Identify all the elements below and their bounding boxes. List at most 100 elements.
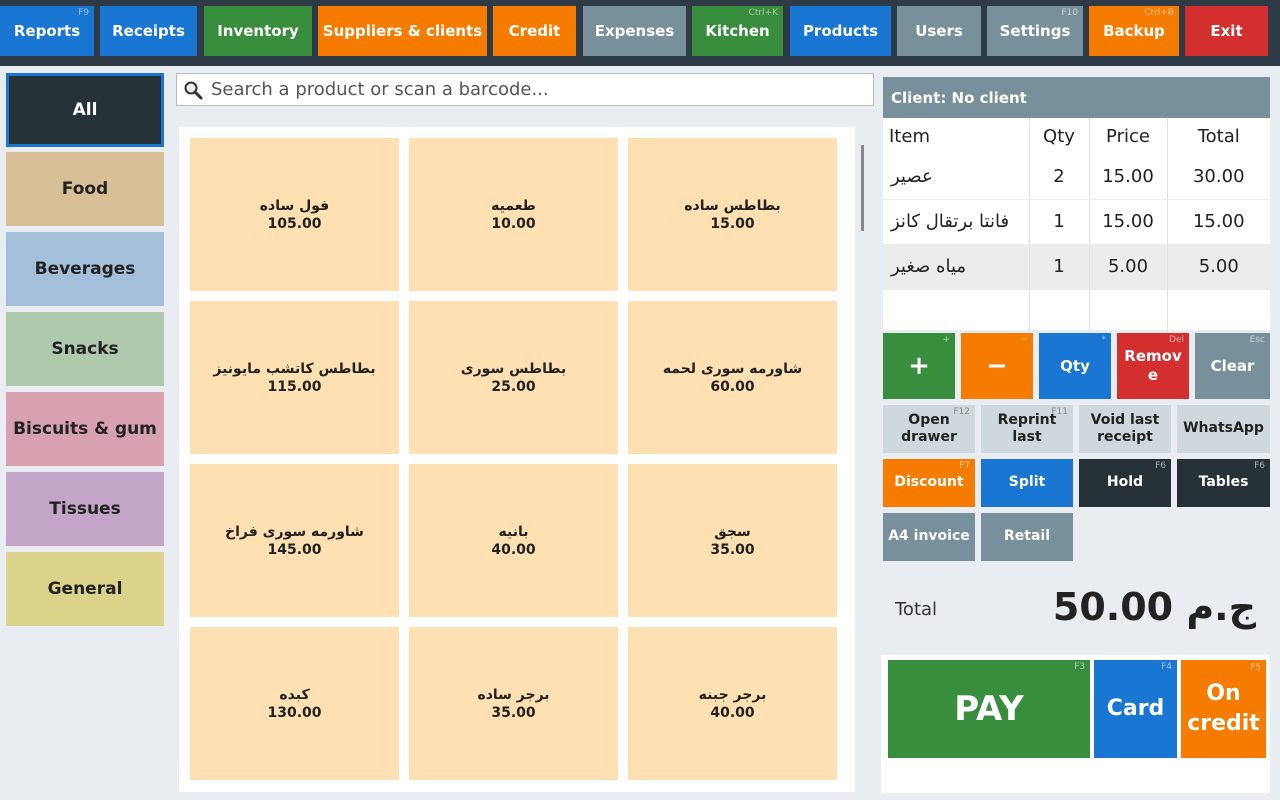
suppliers-clients-button[interactable]: Suppliers & clients (318, 6, 487, 56)
void-last-receipt-button[interactable]: Void last receipt (1079, 405, 1171, 453)
cart-item-qty: 1 (1029, 244, 1090, 290)
product-tile[interactable]: بانيه 40.00 (409, 464, 618, 617)
reports-label: Reports (13, 22, 81, 40)
reprint-last-button[interactable]: Reprint last F11 (981, 405, 1073, 453)
client-label: Client: No client (891, 88, 1027, 107)
product-tile[interactable]: بطاطس ساده 15.00 (628, 138, 837, 291)
hold-label: Hold (1106, 474, 1144, 491)
product-tile[interactable]: برجر جبنه 40.00 (628, 627, 837, 780)
product-name: فول ساده (259, 197, 330, 214)
cart-item-price: 5.00 (1089, 244, 1168, 290)
whatsapp-button[interactable]: WhatsApp (1177, 405, 1270, 453)
category-snacks[interactable]: Snacks (6, 312, 164, 386)
product-price: 40.00 (491, 541, 536, 558)
clear-label: Clear (1210, 356, 1255, 375)
kitchen-button[interactable]: Kitchen Ctrl+K (692, 6, 783, 56)
product-tile[interactable]: كبده 130.00 (190, 627, 399, 780)
category-general[interactable]: General (6, 552, 164, 626)
expenses-button[interactable]: Expenses (583, 6, 686, 56)
reprint-last-hotkey: F11 (1051, 407, 1068, 417)
product-name: بطاطس ساده (684, 197, 781, 214)
users-button[interactable]: Users (897, 6, 981, 56)
category-label: All (72, 100, 98, 120)
category-all[interactable]: All (6, 73, 164, 147)
product-tile[interactable]: بطاطس سورى 25.00 (409, 301, 618, 454)
product-tile[interactable]: بطاطس كاتشب مايونيز 115.00 (190, 301, 399, 454)
open-drawer-button[interactable]: Open drawer F12 (883, 405, 975, 453)
cart-row[interactable]: عصير 2 15.00 30.00 (883, 154, 1270, 200)
product-price: 15.00 (710, 215, 755, 232)
discount-button[interactable]: Discount F7 (883, 459, 975, 507)
exit-button[interactable]: Exit (1185, 6, 1268, 56)
cart-row[interactable]: فانتا برتقال كانز 1 15.00 15.00 (883, 199, 1270, 245)
category-beverages[interactable]: Beverages (6, 232, 164, 306)
expenses-label: Expenses (594, 22, 675, 40)
users-label: Users (915, 22, 963, 40)
product-price: 35.00 (710, 541, 755, 558)
reports-hotkey: F9 (78, 8, 89, 18)
hold-hotkey: F6 (1155, 461, 1166, 471)
total-display: Total ج.م 50.00 (881, 575, 1270, 647)
category-tissues[interactable]: Tissues (6, 472, 164, 546)
cart-item-total: 15.00 (1167, 199, 1270, 245)
search-icon (184, 81, 203, 99)
a4-invoice-button[interactable]: A4 invoice (883, 513, 975, 561)
product-name: كبده (279, 686, 310, 703)
product-grid-scrollbar[interactable] (861, 145, 864, 231)
split-button[interactable]: Split (981, 459, 1073, 507)
receipts-button[interactable]: Receipts (100, 6, 197, 56)
remove-button[interactable]: Remove Del (1117, 333, 1189, 399)
inventory-button[interactable]: Inventory (204, 6, 312, 56)
category-label: Food (61, 179, 109, 199)
cart-item-name: مياه صغير (883, 244, 1030, 290)
product-tile[interactable]: شاورمه سورى لحمه 60.00 (628, 301, 837, 454)
retail-button[interactable]: Retail (981, 513, 1073, 561)
qty-button[interactable]: Qty * (1039, 333, 1111, 399)
product-tile[interactable]: برجر ساده 35.00 (409, 627, 618, 780)
decrease-qty-button[interactable]: − − (961, 333, 1033, 399)
reports-button[interactable]: Reports F9 (0, 6, 94, 56)
search-bar (176, 73, 874, 106)
credit-button[interactable]: Credit (493, 6, 576, 56)
pay-button[interactable]: PAY F3 (888, 660, 1090, 758)
client-selector[interactable]: Client: No client (883, 77, 1270, 118)
card-label: Card (1106, 696, 1165, 722)
product-tile[interactable]: شاورمه سورى فراخ 145.00 (190, 464, 399, 617)
increase-qty-button[interactable]: + + (883, 333, 955, 399)
search-input[interactable] (211, 79, 861, 100)
suppliers-clients-label: Suppliers & clients (322, 22, 483, 40)
a4-invoice-label: A4 invoice (888, 528, 970, 545)
cart-row-selected[interactable]: مياه صغير 1 5.00 5.00 (883, 244, 1270, 290)
product-price: 40.00 (710, 704, 755, 721)
on-credit-label: On credit (1187, 681, 1260, 736)
product-name: برجر ساده (477, 686, 550, 703)
clear-button[interactable]: Clear Esc (1195, 333, 1270, 399)
hold-button[interactable]: Hold F6 (1079, 459, 1171, 507)
product-tile[interactable]: طعميه 10.00 (409, 138, 618, 291)
on-credit-button[interactable]: On credit F5 (1181, 660, 1266, 758)
whatsapp-label: WhatsApp (1183, 420, 1264, 437)
minus-icon: − (986, 350, 1008, 381)
discount-label: Discount (894, 474, 964, 491)
product-tile[interactable]: سجق 35.00 (628, 464, 837, 617)
product-tile[interactable]: فول ساده 105.00 (190, 138, 399, 291)
products-button[interactable]: Products (790, 6, 891, 56)
tables-button[interactable]: Tables F6 (1177, 459, 1270, 507)
cart-item-qty: 1 (1029, 199, 1090, 245)
card-button[interactable]: Card F4 (1094, 660, 1177, 758)
product-price: 10.00 (491, 215, 536, 232)
column-header-total: Total (1197, 125, 1240, 147)
receipts-label: Receipts (112, 22, 185, 40)
remove-hotkey: Del (1169, 335, 1184, 345)
settings-label: Settings (999, 22, 1071, 40)
category-food[interactable]: Food (6, 152, 164, 226)
category-biscuits-gum[interactable]: Biscuits & gum (6, 392, 164, 466)
open-drawer-label: Open drawer (901, 411, 957, 446)
cart-item-price: 15.00 (1089, 199, 1168, 245)
retail-label: Retail (1003, 528, 1050, 545)
cart-item-price: 15.00 (1089, 154, 1168, 200)
settings-button[interactable]: Settings F10 (987, 6, 1083, 56)
backup-button[interactable]: Backup Ctrl+B (1089, 6, 1179, 56)
product-price: 115.00 (267, 378, 322, 395)
category-label: Tissues (49, 499, 121, 519)
